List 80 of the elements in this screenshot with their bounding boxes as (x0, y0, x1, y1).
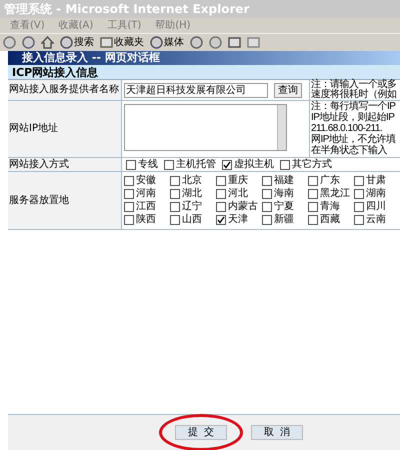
checkbox-label: 其它方式 (292, 158, 332, 170)
checkbox[interactable] (216, 176, 226, 186)
checkbox[interactable] (354, 176, 364, 186)
cancel-button[interactable]: 取 消 (251, 425, 303, 440)
checkbox-label: 北京 (182, 174, 202, 186)
checkbox-label: 安徽 (136, 174, 156, 186)
dialog-title: 接入信息录入 -- 网页对话框 (8, 51, 400, 65)
checkbox-label: 虚拟主机 (234, 158, 274, 170)
checkbox-label: 黑龙江 (320, 188, 350, 200)
checkbox-label: 重庆 (228, 174, 248, 186)
note-text: 在半角状态下输入 (311, 145, 388, 156)
checkbox[interactable] (262, 215, 272, 226)
section-header: ICP网站接入信息 (8, 65, 400, 80)
checkbox[interactable] (124, 188, 134, 199)
checkbox[interactable] (170, 188, 180, 199)
checkbox[interactable] (262, 188, 272, 199)
checkbox[interactable] (222, 160, 232, 170)
checkbox[interactable] (216, 202, 226, 212)
checkbox[interactable] (216, 188, 226, 199)
checkbox-label: 辽宁 (182, 201, 202, 214)
query-button[interactable]: 查询 (274, 82, 302, 98)
checkbox-label: 天津 (228, 214, 248, 226)
checkbox[interactable] (170, 215, 180, 226)
checkbox-label: 河北 (228, 188, 248, 200)
checkbox[interactable] (164, 160, 174, 170)
checkbox-label: 云南 (366, 214, 386, 226)
checkbox[interactable] (354, 202, 364, 212)
toolbar-button[interactable] (41, 36, 54, 49)
toolbar-button[interactable]: 媒体 (150, 35, 184, 50)
checkbox[interactable] (308, 188, 318, 199)
checkbox-label: 福建 (274, 174, 294, 186)
checkbox-label: 主机托管 (176, 158, 216, 170)
note-text: 注：每行填写一个IP (311, 101, 396, 112)
checkbox[interactable] (308, 202, 318, 212)
checkbox-label: 广东 (320, 174, 340, 186)
toolbar-button[interactable]: 收藏夹 (100, 35, 144, 50)
checkbox[interactable] (308, 176, 318, 186)
note-text: 速度将很耗时（例如 (311, 90, 396, 100)
home-icon (41, 36, 54, 49)
checkbox-label: 专线 (138, 158, 158, 170)
checkbox[interactable] (280, 160, 290, 170)
checkbox-label: 湖北 (182, 188, 202, 200)
checkbox-label: 江西 (136, 201, 156, 214)
note-text: IP地址段，则起始IP (311, 112, 396, 123)
checkbox-label: 四川 (366, 201, 386, 214)
field-label: 网站接入方式 (9, 158, 69, 170)
field-label: 服务器放置地 (9, 194, 69, 206)
checkbox[interactable] (354, 215, 364, 226)
checkbox[interactable] (354, 188, 364, 199)
checkbox-label: 宁夏 (274, 201, 294, 214)
checkbox-label: 海南 (274, 188, 294, 200)
checkbox[interactable] (170, 202, 180, 212)
ip-textarea[interactable] (124, 104, 287, 151)
checkbox-label: 青海 (320, 201, 340, 214)
checkbox[interactable] (216, 215, 226, 226)
checkbox-label: 山西 (182, 214, 202, 226)
checkbox[interactable] (170, 176, 180, 186)
scrollbar[interactable] (277, 105, 286, 150)
note-text: 注：请输入一个或多 (311, 80, 396, 90)
checkbox-label: 甘肃 (366, 174, 386, 186)
provider-field[interactable]: 天津超日科技发展有限公司 (124, 82, 268, 98)
checkbox[interactable] (124, 202, 134, 212)
checkbox-label: 新疆 (274, 214, 294, 226)
checkbox[interactable] (126, 160, 136, 170)
checkbox-label: 陕西 (136, 214, 156, 226)
checkbox[interactable] (262, 176, 272, 186)
checkbox[interactable] (124, 176, 134, 186)
checkbox[interactable] (262, 202, 272, 212)
checkbox-label: 西藏 (320, 214, 340, 226)
note-text: 211.68.0.100-211. (311, 123, 384, 134)
checkbox[interactable] (124, 215, 134, 226)
field-label: 网站接入服务提供者名称 (9, 84, 119, 96)
toolbar-button[interactable]: 搜索 (60, 35, 94, 50)
field-label: 网站IP地址 (9, 123, 58, 135)
note-text: 网IP地址，不允许填 (311, 134, 396, 145)
submit-button[interactable]: 提 交 (175, 425, 227, 440)
checkbox[interactable] (308, 215, 318, 226)
checkbox-label: 内蒙古 (228, 201, 258, 214)
checkbox-label: 河南 (136, 188, 156, 200)
checkbox-label: 湖南 (366, 188, 386, 200)
